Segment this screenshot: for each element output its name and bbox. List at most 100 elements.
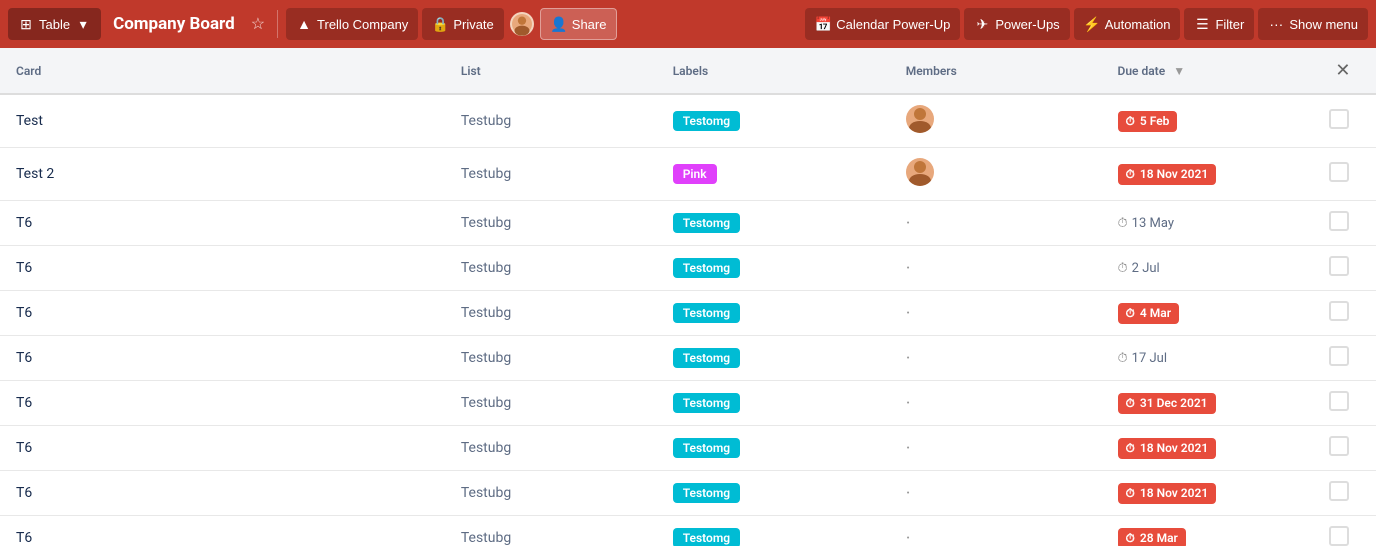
table-header-row: Card List Labels Members Due date ▼ bbox=[0, 48, 1376, 94]
clock-icon: ⏱ bbox=[1126, 306, 1135, 321]
label-badge: Testomg bbox=[673, 348, 740, 368]
chevron-down-icon: ▾ bbox=[75, 16, 91, 32]
table-row: T6TestubgTestomg·⏱ 18 Nov 2021 bbox=[0, 471, 1376, 516]
sort-icon: ▼ bbox=[1173, 64, 1185, 78]
cell-labels: Testomg bbox=[657, 246, 890, 291]
cell-due-date: ⏱ 4 Mar bbox=[1102, 291, 1314, 336]
clock-icon: ⏱ bbox=[1126, 441, 1135, 456]
cell-list: Testubg bbox=[445, 94, 657, 148]
automation-button[interactable]: ⚡ Automation bbox=[1074, 8, 1181, 40]
cell-card: T6 bbox=[0, 426, 445, 471]
row-checkbox[interactable] bbox=[1329, 346, 1349, 366]
row-checkbox[interactable] bbox=[1329, 481, 1349, 501]
label-badge: Testomg bbox=[673, 213, 740, 233]
row-checkbox[interactable] bbox=[1329, 436, 1349, 456]
cell-checkbox bbox=[1313, 246, 1376, 291]
view-label: Table bbox=[39, 17, 70, 32]
label-badge: Testomg bbox=[673, 303, 740, 323]
show-menu-button[interactable]: ··· Show menu bbox=[1258, 8, 1368, 40]
row-checkbox[interactable] bbox=[1329, 256, 1349, 276]
avatar bbox=[510, 12, 534, 36]
cell-members: · bbox=[890, 201, 1102, 246]
cell-due-date: ⏱17 Jul bbox=[1102, 336, 1314, 381]
close-table-button[interactable]: ✕ bbox=[1329, 58, 1356, 83]
cell-card: T6 bbox=[0, 516, 445, 546]
cell-list: Testubg bbox=[445, 201, 657, 246]
row-checkbox[interactable] bbox=[1329, 301, 1349, 321]
cell-checkbox bbox=[1313, 471, 1376, 516]
label-badge: Testomg bbox=[673, 258, 740, 278]
cell-due-date: ⏱ 5 Feb bbox=[1102, 94, 1314, 148]
due-badge: ⏱ 5 Feb bbox=[1118, 111, 1178, 132]
filter-button[interactable]: ☰ Filter bbox=[1184, 8, 1254, 40]
cell-checkbox bbox=[1313, 336, 1376, 381]
automation-label: Automation bbox=[1105, 17, 1171, 32]
topbar: ⊞ Table ▾ Company Board ☆ ▲ Trello Compa… bbox=[0, 0, 1376, 48]
automation-icon: ⚡ bbox=[1084, 16, 1100, 32]
cell-list: Testubg bbox=[445, 291, 657, 336]
row-checkbox[interactable] bbox=[1329, 211, 1349, 231]
filter-label: Filter bbox=[1215, 17, 1244, 32]
table-row: T6TestubgTestomg·⏱ 28 Mar bbox=[0, 516, 1376, 546]
table-icon: ⊞ bbox=[18, 16, 34, 32]
table-row: T6TestubgTestomg·⏱2 Jul bbox=[0, 246, 1376, 291]
member-avatar bbox=[906, 105, 934, 133]
workspace-button[interactable]: ▲ Trello Company bbox=[286, 8, 418, 40]
th-close: ✕ bbox=[1313, 48, 1376, 94]
cell-checkbox bbox=[1313, 516, 1376, 546]
cell-members bbox=[890, 148, 1102, 201]
row-checkbox[interactable] bbox=[1329, 526, 1349, 546]
cell-card: Test 2 bbox=[0, 148, 445, 201]
cell-due-date: ⏱2 Jul bbox=[1102, 246, 1314, 291]
cell-checkbox bbox=[1313, 94, 1376, 148]
cell-labels: Testomg bbox=[657, 201, 890, 246]
powerup-icon: ✈ bbox=[974, 16, 990, 32]
view-table-button[interactable]: ⊞ Table ▾ bbox=[8, 8, 101, 40]
cell-card: T6 bbox=[0, 381, 445, 426]
label-badge: Testomg bbox=[673, 483, 740, 503]
private-label: Private bbox=[453, 17, 493, 32]
powerups-button[interactable]: ✈ Power-Ups bbox=[964, 8, 1069, 40]
cell-list: Testubg bbox=[445, 516, 657, 546]
cell-due-date: ⏱13 May bbox=[1102, 201, 1314, 246]
share-icon: 👤 bbox=[551, 16, 567, 32]
filter-icon: ☰ bbox=[1194, 16, 1210, 32]
cell-members: · bbox=[890, 426, 1102, 471]
row-checkbox[interactable] bbox=[1329, 162, 1349, 182]
cell-card: T6 bbox=[0, 291, 445, 336]
row-checkbox[interactable] bbox=[1329, 109, 1349, 129]
due-badge: ⏱ 28 Mar bbox=[1118, 528, 1186, 546]
table-container: Card List Labels Members Due date ▼ bbox=[0, 48, 1376, 546]
powerups-label: Power-Ups bbox=[995, 17, 1059, 32]
cell-list: Testubg bbox=[445, 336, 657, 381]
share-button[interactable]: 👤 Share bbox=[540, 8, 618, 40]
calendar-powerup-button[interactable]: 📅 Calendar Power-Up bbox=[805, 8, 960, 40]
clock-icon: ⏱ bbox=[1118, 351, 1128, 366]
calendar-icon: 📅 bbox=[815, 16, 831, 32]
member-empty: · bbox=[906, 483, 911, 504]
clock-icon: ⏱ bbox=[1126, 167, 1135, 182]
cell-list: Testubg bbox=[445, 246, 657, 291]
row-checkbox[interactable] bbox=[1329, 391, 1349, 411]
due-badge: ⏱ 4 Mar bbox=[1118, 303, 1179, 324]
cell-checkbox bbox=[1313, 426, 1376, 471]
label-badge: Testomg bbox=[673, 528, 740, 546]
cell-checkbox bbox=[1313, 201, 1376, 246]
topbar-right: 📅 Calendar Power-Up ✈ Power-Ups ⚡ Automa… bbox=[805, 8, 1368, 40]
table-row: T6TestubgTestomg·⏱ 18 Nov 2021 bbox=[0, 426, 1376, 471]
due-plain: ⏱17 Jul bbox=[1118, 351, 1167, 366]
star-button[interactable]: ☆ bbox=[247, 10, 269, 38]
th-list: List bbox=[445, 48, 657, 94]
cell-labels: Testomg bbox=[657, 471, 890, 516]
th-card: Card bbox=[0, 48, 445, 94]
private-button[interactable]: 🔒 Private bbox=[422, 8, 503, 40]
table-row: TestTestubgTestomg⏱ 5 Feb bbox=[0, 94, 1376, 148]
cell-checkbox bbox=[1313, 291, 1376, 336]
cell-members: · bbox=[890, 381, 1102, 426]
due-badge: ⏱ 18 Nov 2021 bbox=[1118, 164, 1217, 185]
share-label: Share bbox=[572, 17, 607, 32]
due-badge: ⏱ 18 Nov 2021 bbox=[1118, 483, 1217, 504]
clock-icon: ⏱ bbox=[1126, 396, 1135, 411]
table-row: T6TestubgTestomg·⏱ 31 Dec 2021 bbox=[0, 381, 1376, 426]
label-badge: Pink bbox=[673, 164, 717, 184]
